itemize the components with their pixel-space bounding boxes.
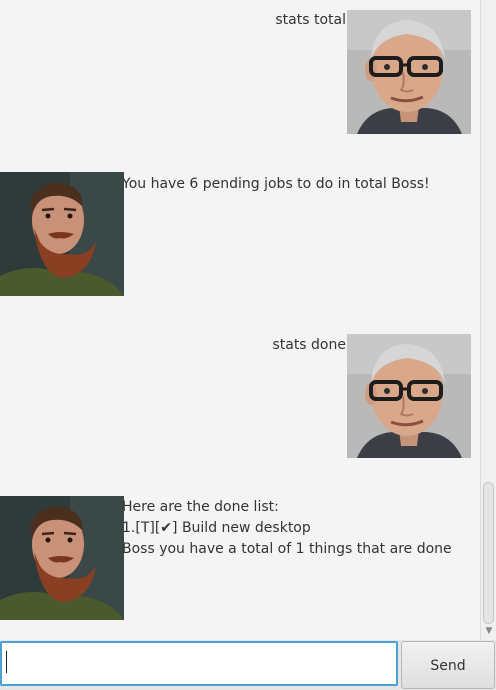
bot-avatar (0, 496, 124, 620)
send-button[interactable]: Send (401, 641, 495, 689)
message-input[interactable] (0, 641, 398, 686)
vertical-scrollbar[interactable]: ▼ (480, 0, 496, 640)
bot-message-1: You have 6 pending jobs to do in total B… (122, 176, 430, 192)
chevron-down-icon[interactable]: ▼ (484, 626, 494, 636)
bot-avatar (0, 172, 124, 296)
bot-message-2-line-3: Boss you have a total of 1 things that a… (122, 541, 452, 557)
bot-message-2-line-2: 1.[T][✔] Build new desktop (122, 520, 311, 536)
user-avatar (347, 334, 471, 458)
user-message-2: stats done (272, 337, 346, 353)
text-caret (6, 651, 7, 673)
user-avatar (347, 10, 471, 134)
chat-history: stats total You have 6 pending jobs to d… (0, 0, 480, 640)
scrollbar-thumb[interactable] (483, 482, 494, 624)
bot-message-2-line-1: Here are the done list: (122, 499, 279, 515)
user-message-1: stats total (275, 12, 346, 28)
